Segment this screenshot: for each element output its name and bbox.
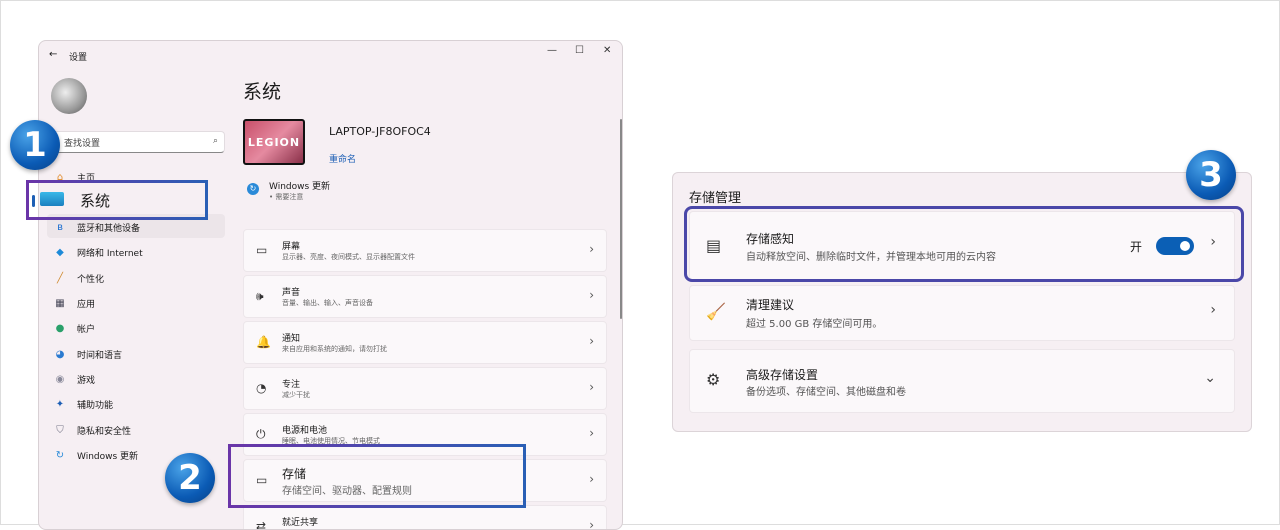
step-badge-2: 2 (165, 453, 215, 503)
sidebar-item-label: 游戏 (77, 375, 96, 386)
broom-icon: 🧹 (706, 302, 726, 321)
update-title: Windows 更新 (269, 182, 331, 192)
sidebar-item-label: 网络和 Internet (77, 249, 143, 260)
card-subtitle: 来自应用和系统的通知，请勿打扰 (282, 345, 387, 353)
nav-icon: ▦ (55, 298, 65, 309)
scrollbar[interactable] (620, 119, 622, 319)
update-icon: ↻ (247, 183, 259, 195)
sidebar-item[interactable]: ● 帐户 (47, 317, 225, 341)
maximize-button[interactable]: ☐ (575, 45, 584, 56)
avatar[interactable] (51, 78, 87, 114)
minimize-button[interactable]: — (547, 45, 557, 56)
sidebar-item-label: 隐私和安全性 (77, 426, 132, 437)
sidebar-item[interactable]: ▦ 应用 (47, 292, 225, 316)
nav-icon: ◕ (55, 348, 65, 360)
sidebar-item[interactable]: ╱ 个性化 (47, 266, 225, 290)
nav-icon: ◉ (55, 373, 65, 385)
nav-icon: ╱ (56, 272, 64, 284)
step-badge-3: 3 (1186, 150, 1236, 200)
panel-title: 存储管理 (689, 191, 742, 206)
card-subtitle: 显示器、亮度、夜间模式、显示器配置文件 (282, 253, 415, 261)
title-bar: ← 设置 — ☐ ✕ (39, 41, 622, 69)
search-icon: ⌕ (212, 136, 218, 146)
settings-card[interactable]: ◔ 专注 减少干扰 › (243, 367, 607, 410)
card-title: 电源和电池 (282, 426, 328, 436)
sidebar-item-label: 辅助功能 (77, 401, 114, 412)
nav-icon: ⛉ (56, 424, 64, 436)
card-subtitle: 减少干扰 (282, 391, 310, 399)
highlight-storage-sense (684, 206, 1244, 282)
sidebar-item-label: 个性化 (77, 274, 105, 285)
row-subtitle: 超过 5.00 GB 存储空间可用。 (746, 319, 883, 330)
highlight-storage (228, 444, 526, 508)
highlight-system-label: 系统 (80, 192, 111, 210)
settings-card[interactable]: ▭ 屏幕 显示器、亮度、夜间模式、显示器配置文件 › (243, 229, 607, 272)
card-icon: ⏻ (256, 427, 266, 441)
page-title: 系统 (243, 81, 282, 103)
card-title: 通知 (282, 334, 301, 344)
chevron-right-icon: › (589, 242, 594, 256)
nav-icon: ✦ (55, 399, 65, 411)
settings-card[interactable]: 🕪 声音 音量、输出、输入、声音设备 › (243, 275, 607, 318)
card-icon: ◔ (256, 381, 267, 395)
chevron-down-icon: ⌄ (1204, 370, 1216, 386)
card-title: 就近共享 (282, 518, 319, 528)
system-icon (40, 192, 64, 206)
row-title: 高级存储设置 (746, 368, 819, 382)
cleanup-recommendations-row[interactable]: 🧹 清理建议 超过 5.00 GB 存储空间可用。 › (689, 285, 1235, 341)
sidebar-item-label: 时间和语言 (77, 350, 123, 361)
close-button[interactable]: ✕ (603, 45, 611, 56)
rename-link[interactable]: 重命名 (329, 152, 356, 165)
nav-icon: ● (55, 323, 65, 335)
card-title: 屏幕 (282, 242, 301, 252)
settings-card[interactable]: 🔔 通知 来自应用和系统的通知，请勿打扰 › (243, 321, 607, 364)
chevron-right-icon: › (589, 518, 594, 530)
chevron-right-icon: › (589, 472, 594, 486)
back-button[interactable]: ← (49, 49, 57, 60)
card-icon: ▭ (256, 243, 268, 257)
update-status: • 需要注意 (269, 193, 304, 201)
window-title: 设置 (69, 53, 88, 63)
row-subtitle: 备份选项、存储空间、其他磁盘和卷 (746, 387, 906, 398)
step-badge-1: 1 (10, 120, 60, 170)
gear-icon: ⚙ (706, 370, 721, 389)
settings-card[interactable]: ⇄ 就近共享 › (243, 505, 607, 530)
selection-indicator (32, 195, 35, 207)
advanced-storage-settings-row[interactable]: ⚙ 高级存储设置 备份选项、存储空间、其他磁盘和卷 ⌄ (689, 349, 1235, 413)
chevron-right-icon: › (589, 426, 594, 440)
sidebar-item-label: 帐户 (77, 325, 96, 336)
card-title: 声音 (282, 288, 301, 298)
sidebar-item[interactable]: ◉ 游戏 (47, 367, 225, 391)
sidebar-item-label: 蓝牙和其他设备 (77, 224, 141, 235)
sidebar-item[interactable]: ✦ 辅助功能 (47, 393, 225, 417)
nav-icon: ◆ (56, 247, 64, 259)
sidebar-item-label: Windows 更新 (77, 451, 139, 462)
sidebar-item[interactable]: ⛉ 隐私和安全性 (47, 418, 225, 442)
sidebar-item[interactable]: ◆ 网络和 Internet (47, 241, 225, 265)
card-title: 专注 (282, 380, 301, 390)
chevron-right-icon: › (1210, 302, 1216, 318)
chevron-right-icon: › (589, 288, 594, 302)
device-name: LAPTOP-JF8OFOC4 (329, 125, 431, 138)
card-subtitle: 音量、输出、输入、声音设备 (282, 299, 373, 307)
search-input[interactable]: 查找设置 ⌕ (49, 131, 225, 153)
card-icon: 🔔 (256, 335, 271, 349)
sidebar-item[interactable]: ◕ 时间和语言 (47, 342, 225, 366)
chevron-right-icon: › (589, 380, 594, 394)
card-icon: 🕪 (256, 289, 264, 303)
nav-icon: ↻ (55, 449, 65, 461)
row-title: 清理建议 (746, 298, 795, 312)
sidebar-item-label: 应用 (77, 300, 96, 310)
nav-icon: ʙ (57, 222, 63, 234)
search-placeholder: 查找设置 (64, 139, 101, 149)
chevron-right-icon: › (589, 334, 594, 348)
device-image: LEGION (243, 119, 305, 165)
